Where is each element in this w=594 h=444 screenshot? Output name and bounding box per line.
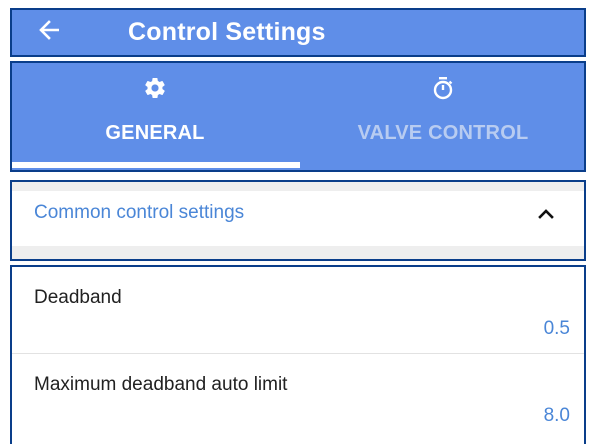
page-title: Control Settings xyxy=(128,18,326,46)
section-title: Common control settings xyxy=(34,202,245,223)
app-bar: Control Settings xyxy=(10,8,586,57)
arrow-left-icon xyxy=(38,20,60,45)
chevron-up-icon[interactable] xyxy=(534,202,558,226)
setting-row-deadband[interactable]: Deadband 0.5 xyxy=(12,267,584,355)
section-header-top-band xyxy=(12,182,584,191)
section-header-bottom-band xyxy=(12,246,584,259)
tab-bar: GENERAL VALVE CONTROL xyxy=(10,61,586,172)
tab-valve-control[interactable]: VALVE CONTROL xyxy=(300,63,586,170)
setting-value: 0.5 xyxy=(543,318,570,339)
tab-general[interactable]: GENERAL xyxy=(12,63,300,170)
tab-valve-control-label: VALVE CONTROL xyxy=(357,122,529,144)
tab-general-label: GENERAL xyxy=(105,122,205,144)
setting-label: Maximum deadband auto limit xyxy=(34,374,288,395)
setting-row-max-deadband-auto-limit[interactable]: Maximum deadband auto limit 8.0 xyxy=(12,354,584,442)
settings-list: Deadband 0.5 Maximum deadband auto limit… xyxy=(10,265,586,444)
control-settings-screen: Control Settings GENERAL VALVE CONTROL C… xyxy=(0,0,594,444)
setting-value: 8.0 xyxy=(543,405,570,426)
stopwatch-icon xyxy=(432,75,454,101)
back-button[interactable] xyxy=(12,10,86,55)
setting-label: Deadband xyxy=(34,287,122,308)
active-tab-indicator xyxy=(12,162,300,168)
gear-icon xyxy=(143,75,167,101)
section-header-common-control[interactable]: Common control settings xyxy=(10,180,586,261)
